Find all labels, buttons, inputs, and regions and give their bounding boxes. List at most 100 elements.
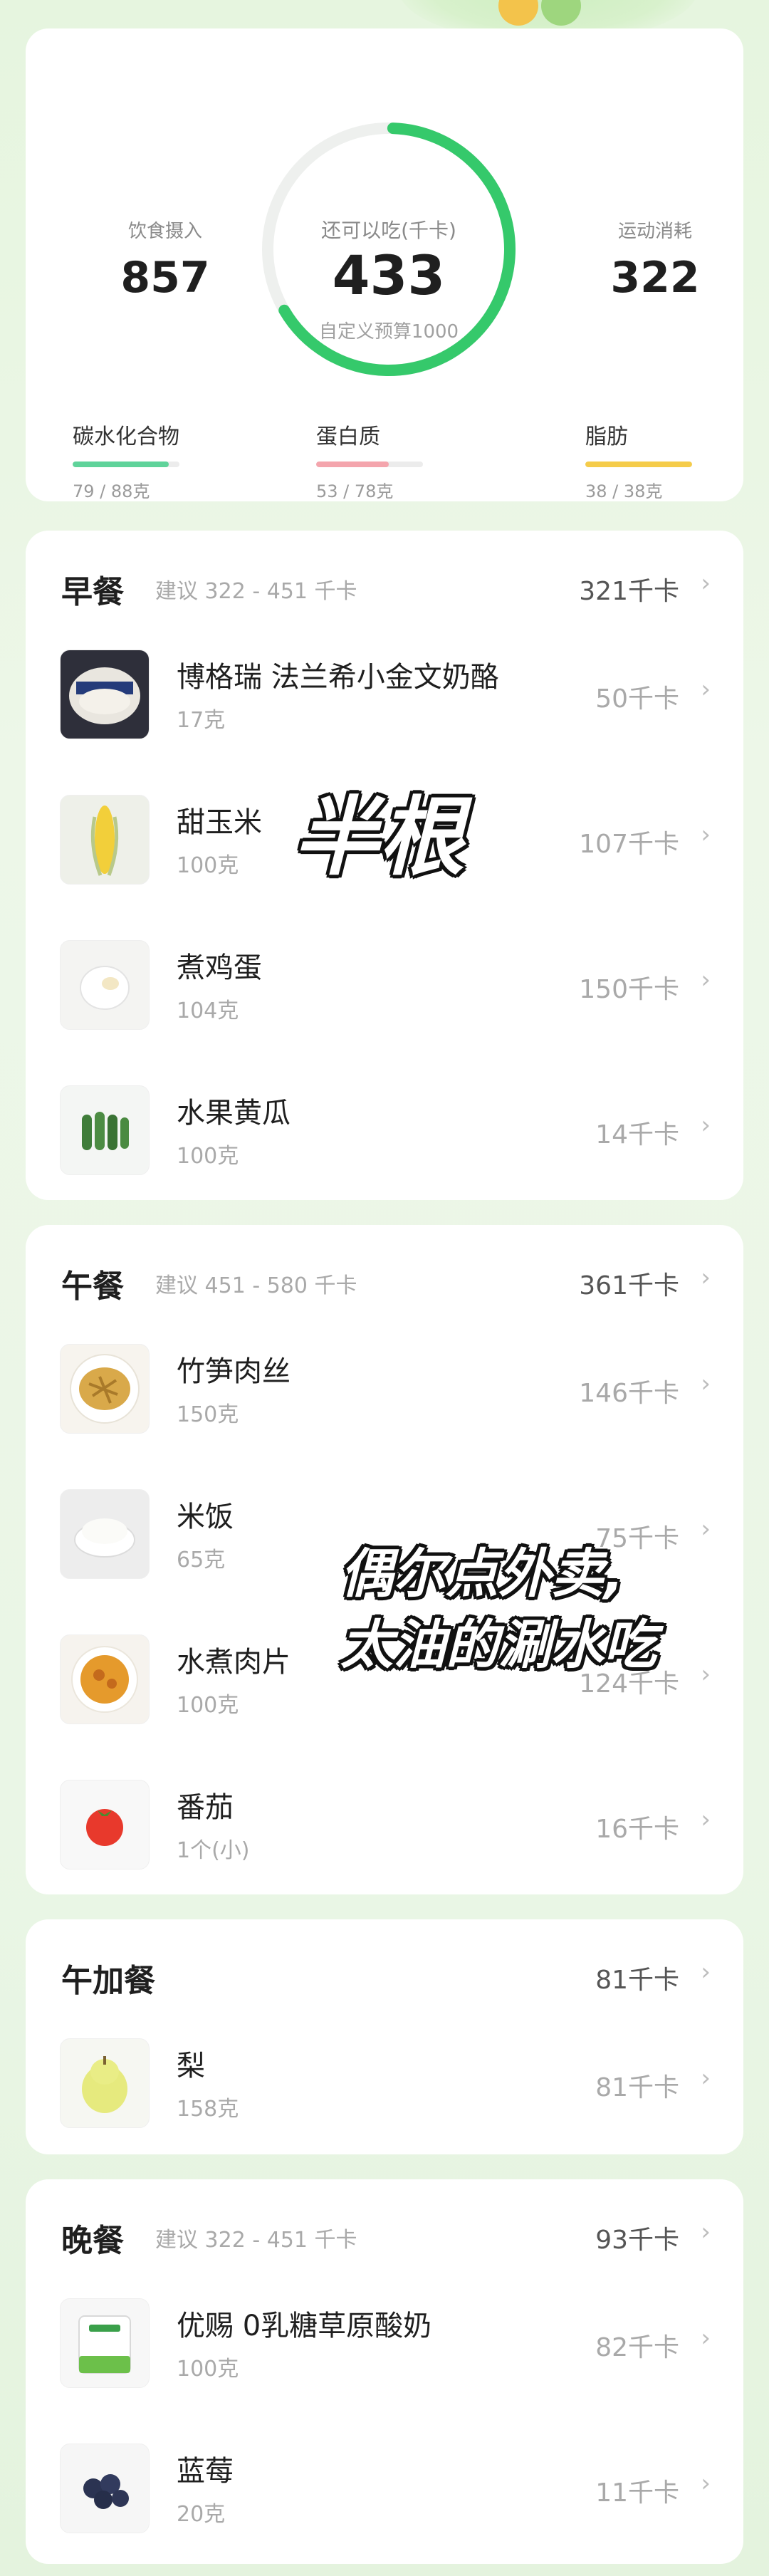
meal-title: 早餐 [61,574,124,610]
food-amount: 100克 [177,1144,239,1169]
food-name: 甜玉米 [177,806,262,839]
meal-header[interactable]: 午加餐 81千卡 › [61,1955,711,1999]
food-kcal: 14千卡 [595,1120,679,1149]
macro-bar-fill [73,462,169,467]
meal-suggestion: 建议 322 - 451 千卡 [155,579,357,604]
food-row[interactable]: 博格瑞 法兰希小金文奶酪 17克 50千卡 › [60,648,711,739]
macro-name: 碳水化合物 [73,424,179,449]
food-name: 梨 [177,2050,205,2082]
chevron-right-icon: › [701,820,711,849]
chevron-right-icon: › [701,1111,711,1140]
corn-icon [60,795,150,885]
food-amount: 158克 [177,2097,239,2122]
macro-value: 53 / 78克 [316,481,394,501]
lunch-note-overlay-line2: 太油的涮水吃 [340,1615,656,1676]
food-name: 优赐 0乳糖草原酸奶 [177,2310,432,2342]
food-row[interactable]: 煮鸡蛋 104克 150千卡 › [60,939,711,1030]
meal-total-kcal: 321千卡 [579,577,679,606]
intake-value: 857 [120,253,210,303]
food-kcal: 150千卡 [579,975,679,1004]
food-kcal: 146千卡 [579,1379,679,1408]
intake-label: 饮食摄入 [127,221,202,242]
food-amount: 104克 [177,998,239,1023]
food-amount: 20克 [177,2502,226,2527]
food-name: 竹笋肉丝 [177,1355,291,1388]
exercise-value: 322 [610,253,700,303]
meal-card-dinner: 晚餐 建议 322 - 451 千卡 93千卡 › 优赐 0乳糖草原酸奶 100… [26,2179,743,2564]
food-row[interactable]: 蓝莓 20克 11千卡 › [60,2442,711,2533]
food-kcal: 16千卡 [595,1815,679,1844]
meal-title: 午餐 [61,1268,124,1305]
meal-suggestion: 建议 451 - 580 千卡 [155,1273,357,1298]
food-name: 米饭 [177,1501,234,1533]
food-kcal: 107千卡 [579,830,679,859]
meal-total-kcal: 93千卡 [595,2226,679,2255]
intake-stat: 饮食摄入 857 [87,217,244,303]
chevron-right-icon: › [701,2218,711,2246]
remaining-block: 还可以吃(千卡) 433 自定义预算1000 [253,114,524,385]
bamboo-pork-icon [60,1344,150,1434]
calorie-summary-card: 饮食摄入 857 还可以吃(千卡) 433 自定义预算1000 运动消耗 322… [26,28,743,501]
macro-name: 蛋白质 [316,424,380,449]
cheese-icon [60,650,150,739]
chevron-right-icon: › [701,1660,711,1689]
tomato-icon [60,1780,150,1870]
meal-title: 午加餐 [61,1963,155,1999]
meal-header[interactable]: 午餐 建议 451 - 580 千卡 361千卡 › [61,1261,711,1305]
meal-header[interactable]: 晚餐 建议 322 - 451 千卡 93千卡 › [61,2215,711,2259]
food-amount: 100克 [177,2357,239,2382]
chevron-right-icon: › [701,675,711,704]
food-name: 蓝莓 [177,2455,234,2488]
chevron-right-icon: › [701,1805,711,1834]
food-amount: 100克 [177,1693,239,1718]
food-row[interactable]: 竹笋肉丝 150克 146千卡 › [60,1342,711,1434]
macro-fat: 脂肪 38 / 38克 [585,419,742,502]
macro-bar [585,462,692,467]
rice-icon [60,1489,150,1579]
chevron-right-icon: › [701,2064,711,2092]
meal-card-afternoon-snack: 午加餐 81千卡 › 梨 158克 81千卡 › [26,1919,743,2154]
remaining-value: 433 [332,244,446,307]
macro-name: 脂肪 [585,424,628,449]
egg-icon [60,940,150,1030]
food-name: 博格瑞 法兰希小金文奶酪 [177,661,499,694]
meal-suggestion: 建议 322 - 451 千卡 [155,2228,357,2253]
food-row[interactable]: 水果黄瓜 100克 14千卡 › [60,1084,711,1175]
exercise-label: 运动消耗 [617,221,692,242]
macro-carbs: 碳水化合物 79 / 88克 [73,419,229,502]
chevron-right-icon: › [701,1263,711,1292]
corn-note-overlay: 半根 [293,788,464,887]
meal-header[interactable]: 早餐 建议 322 - 451 千卡 321千卡 › [61,566,711,610]
pear-icon [60,2038,150,2128]
meal-total-kcal: 81千卡 [595,1966,679,1995]
food-name: 水果黄瓜 [177,1097,291,1130]
chevron-right-icon: › [701,1515,711,1543]
food-amount: 17克 [177,708,226,733]
food-amount: 1个(小) [177,1838,250,1863]
budget-text[interactable]: 自定义预算1000 [253,317,524,343]
food-kcal: 50千卡 [595,684,679,714]
food-amount: 65克 [177,1548,226,1573]
chevron-right-icon: › [701,966,711,994]
food-row[interactable]: 番茄 1个(小) 16千卡 › [60,1778,711,1870]
lunch-note-overlay-line1: 偶尔点外卖, [340,1543,624,1605]
chevron-right-icon: › [701,2324,711,2352]
food-row[interactable]: 梨 158克 81千卡 › [60,2037,711,2128]
food-amount: 150克 [177,1402,239,1427]
food-row[interactable]: 优赐 0乳糖草原酸奶 100克 82千卡 › [60,2297,711,2388]
food-kcal: 81千卡 [595,2073,679,2102]
food-name: 水煮肉片 [177,1646,291,1679]
chevron-right-icon: › [701,2469,711,2498]
macro-bar [73,462,179,467]
food-name: 番茄 [177,1791,234,1824]
chevron-right-icon: › [701,569,711,598]
food-name: 煮鸡蛋 [177,951,262,984]
chevron-right-icon: › [701,1958,711,1986]
food-kcal: 11千卡 [595,2478,679,2508]
exercise-stat: 运动消耗 322 [577,217,733,303]
meal-total-kcal: 361千卡 [579,1271,679,1300]
macro-value: 38 / 38克 [585,481,663,501]
food-amount: 100克 [177,853,239,878]
blueberry-icon [60,2444,150,2533]
macro-bar-fill [585,462,692,467]
